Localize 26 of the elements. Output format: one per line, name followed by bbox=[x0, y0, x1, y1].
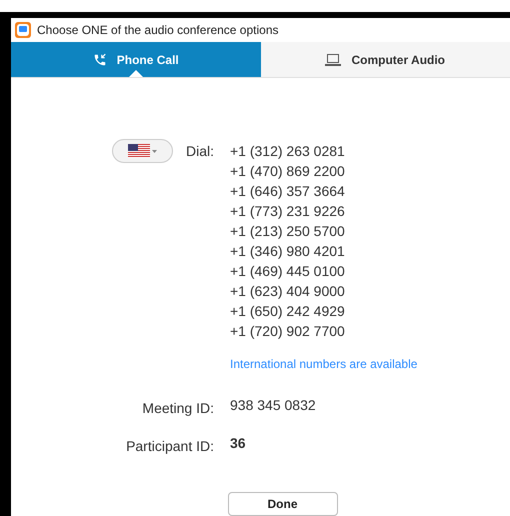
dial-label: Dial: bbox=[186, 142, 214, 161]
participant-id-label: Participant ID: bbox=[125, 437, 214, 456]
laptop-icon bbox=[325, 54, 342, 66]
meeting-id-value: 938 345 0832 bbox=[230, 396, 316, 415]
phone-number: +1 (650) 242 4929 bbox=[230, 302, 346, 321]
phone-number: +1 (720) 902 7700 bbox=[230, 322, 346, 341]
country-flag-dropdown[interactable] bbox=[112, 139, 173, 163]
caret-icon bbox=[152, 150, 157, 152]
tab[interactable]: Computer Audio bbox=[260, 42, 510, 77]
meeting-id-label: Meeting ID: bbox=[141, 399, 214, 418]
done-button[interactable]: Done bbox=[228, 492, 338, 516]
phone-number: +1 (646) 357 3664 bbox=[230, 182, 346, 201]
phone-icon bbox=[92, 52, 107, 67]
participant-id-value: 36 bbox=[230, 434, 246, 453]
phone-number: +1 (346) 980 4201 bbox=[230, 242, 346, 261]
us-flag-icon bbox=[128, 144, 150, 158]
app-logo-icon bbox=[15, 22, 31, 38]
tab[interactable]: Phone Call bbox=[11, 42, 260, 77]
phone-number: +1 (469) 445 0100 bbox=[230, 262, 346, 281]
phone-number: +1 (623) 404 9000 bbox=[230, 282, 346, 301]
phone-number: +1 (213) 250 5700 bbox=[230, 222, 346, 241]
phone-number: +1 (470) 869 2200 bbox=[230, 162, 346, 181]
window-title: Choose ONE of the audio conference options bbox=[37, 22, 278, 40]
phone-number: +1 (773) 231 9226 bbox=[230, 202, 346, 221]
phone-number: +1 (312) 263 0281 bbox=[230, 142, 346, 161]
selected-pointer-icon bbox=[128, 70, 143, 77]
